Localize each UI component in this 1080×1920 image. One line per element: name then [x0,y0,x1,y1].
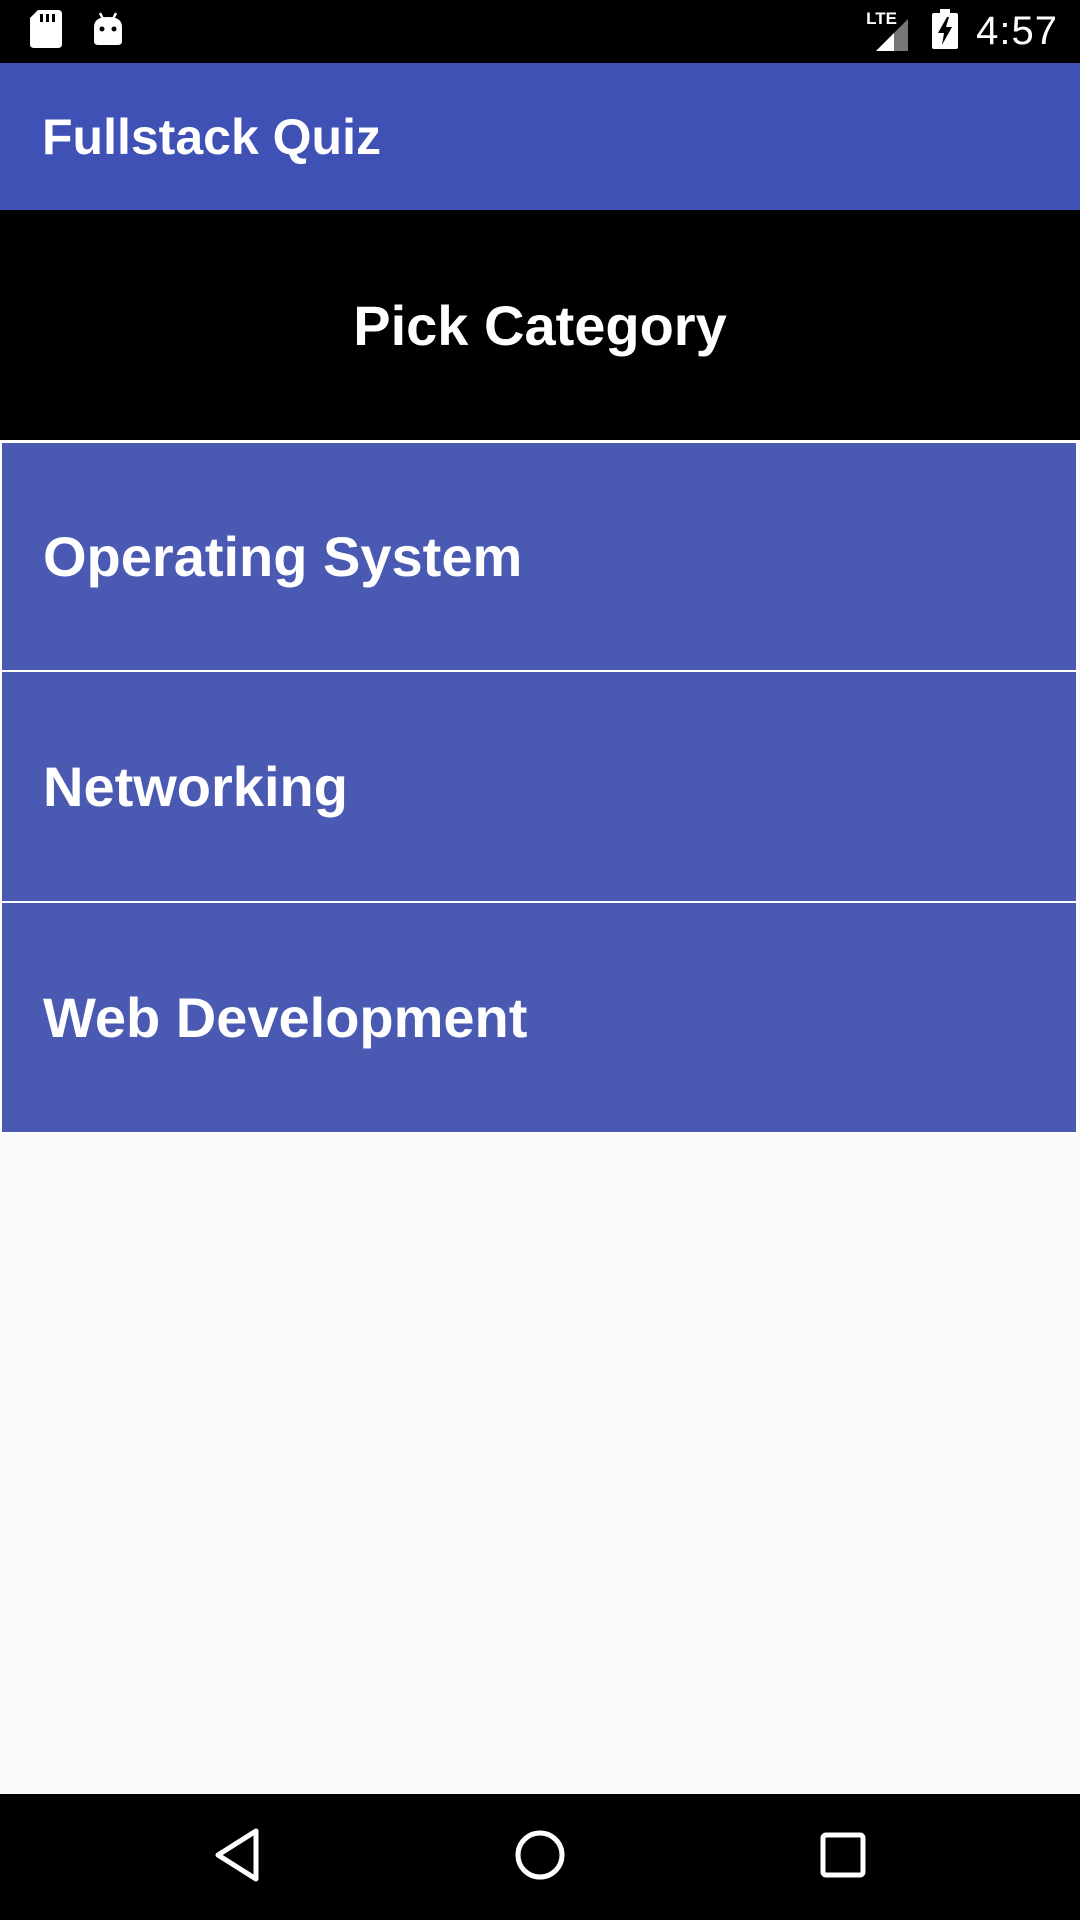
home-button[interactable] [470,1794,610,1920]
recents-icon [819,1831,867,1884]
android-debug-icon [92,11,124,52]
screen: LTE 4:57 Fullstack Quiz Pick Category Op… [0,0,1080,1920]
app-bar: Fullstack Quiz [0,63,1080,210]
category-label: Operating System [43,525,523,588]
category-list: Operating System Networking Web Developm… [0,441,1080,1134]
status-right-icons: LTE 4:57 [866,8,1058,54]
category-item-networking[interactable]: Networking [0,672,1078,903]
category-item-operating-system[interactable]: Operating System [0,441,1078,672]
sd-card-icon [30,9,62,53]
category-label: Web Development [43,986,528,1049]
category-label: Networking [43,755,348,818]
page-title: Pick Category [353,293,727,357]
category-item-web-development[interactable]: Web Development [0,903,1078,1134]
app-title: Fullstack Quiz [42,108,381,165]
battery-charging-icon [932,8,959,54]
category-header: Pick Category [0,210,1080,440]
back-button[interactable] [167,1794,307,1920]
status-bar: LTE 4:57 [0,0,1080,63]
lte-signal-icon: LTE [866,9,914,53]
home-icon [513,1828,567,1887]
status-time: 4:57 [976,8,1058,53]
status-left-icons [30,9,124,53]
navigation-bar [0,1794,1080,1920]
recents-button[interactable] [773,1794,913,1920]
back-icon [212,1827,262,1888]
